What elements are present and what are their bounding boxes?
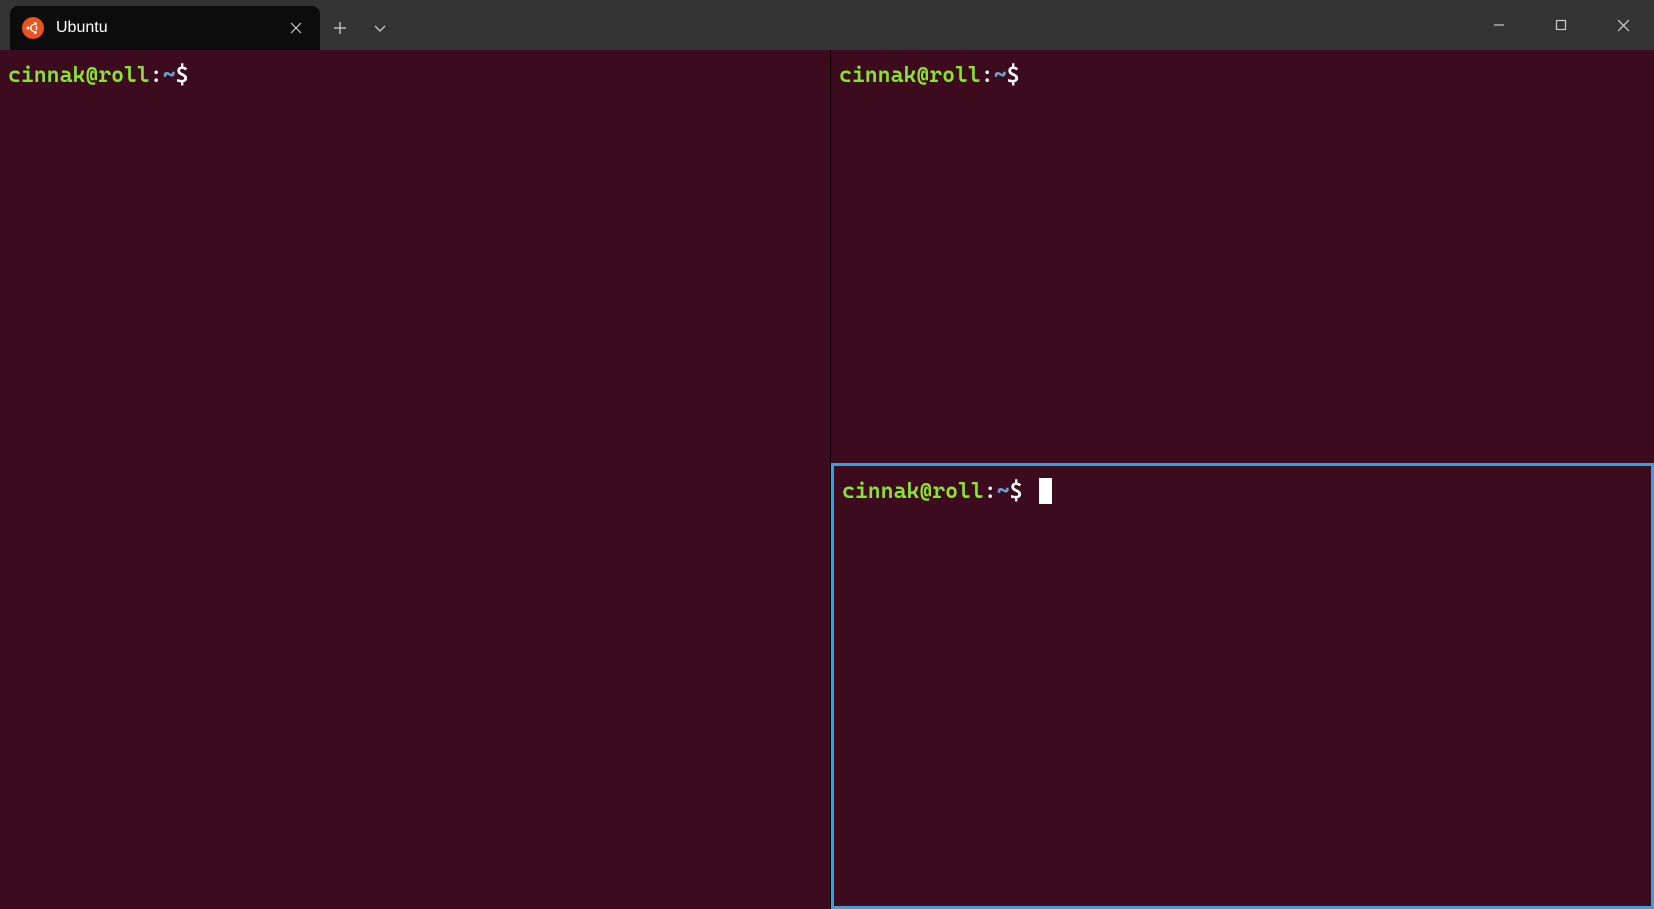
cursor-block-icon bbox=[1039, 478, 1052, 504]
terminal-pane-bottom-right-focused[interactable]: cinnak@roll:~$ bbox=[831, 463, 1654, 909]
tab-inner: Ubuntu bbox=[22, 17, 108, 39]
prompt-user-host: cinnak@roll bbox=[842, 479, 984, 504]
prompt-user-host: cinnak@roll bbox=[839, 63, 981, 88]
prompt-colon: : bbox=[984, 479, 997, 504]
terminal-pane-left[interactable]: cinnak@roll:~$ bbox=[0, 50, 831, 909]
tab-close-button[interactable] bbox=[286, 18, 306, 38]
titlebar-left: Ubuntu bbox=[0, 0, 400, 50]
ubuntu-icon bbox=[22, 17, 44, 39]
tab-dropdown-button[interactable] bbox=[360, 6, 400, 50]
new-tab-button[interactable] bbox=[320, 6, 360, 50]
prompt-dollar: $ bbox=[1010, 479, 1023, 504]
prompt-dollar: $ bbox=[176, 63, 189, 88]
prompt-user-host: cinnak@roll bbox=[8, 63, 150, 88]
panes-container: cinnak@roll:~$ cinnak@roll:~$ cinnak@rol… bbox=[0, 50, 1654, 909]
prompt-colon: : bbox=[150, 63, 163, 88]
maximize-button[interactable] bbox=[1530, 0, 1592, 50]
close-window-button[interactable] bbox=[1592, 0, 1654, 50]
window-controls bbox=[1468, 0, 1654, 50]
prompt-path: ~ bbox=[997, 479, 1010, 504]
terminal-content-bottom-right: cinnak@roll:~$ bbox=[834, 466, 1651, 519]
prompt-path: ~ bbox=[994, 63, 1007, 88]
terminal-content-top-right: cinnak@roll:~$ bbox=[831, 50, 1654, 103]
terminal-pane-top-right[interactable]: cinnak@roll:~$ bbox=[831, 50, 1654, 463]
terminal-content-left: cinnak@roll:~$ bbox=[0, 50, 830, 103]
right-panes-container: cinnak@roll:~$ cinnak@roll:~$ bbox=[831, 50, 1654, 909]
prompt-path: ~ bbox=[163, 63, 176, 88]
prompt-dollar: $ bbox=[1007, 63, 1020, 88]
tab-title: Ubuntu bbox=[56, 19, 108, 37]
prompt-colon: : bbox=[981, 63, 994, 88]
tab-ubuntu[interactable]: Ubuntu bbox=[10, 6, 320, 50]
minimize-button[interactable] bbox=[1468, 0, 1530, 50]
titlebar[interactable]: Ubuntu bbox=[0, 0, 1654, 50]
